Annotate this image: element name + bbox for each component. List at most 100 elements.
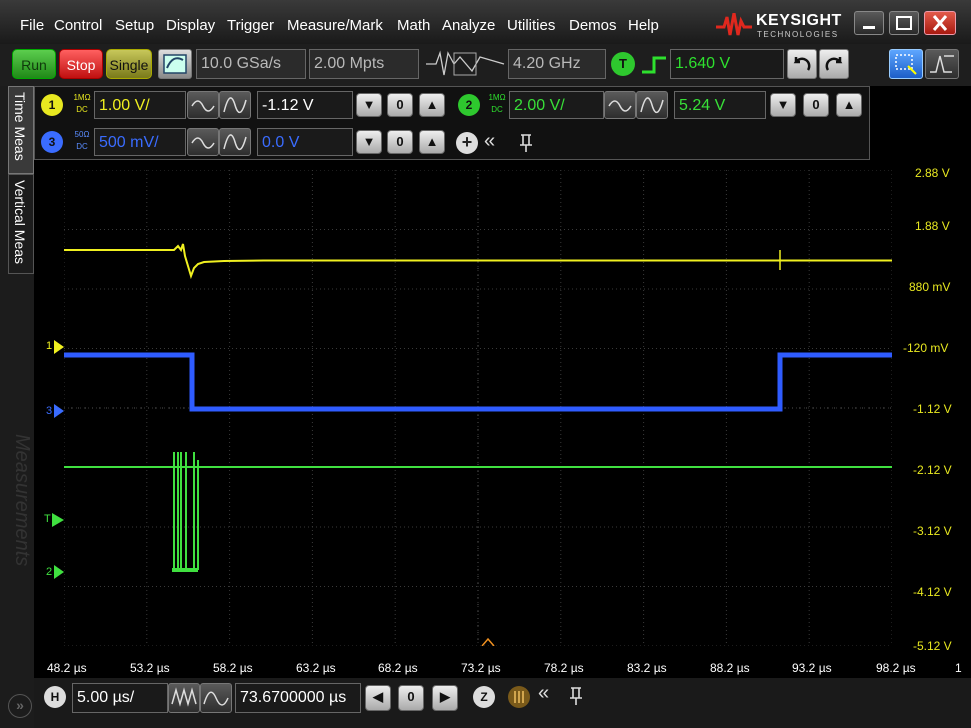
run-button[interactable]: Run (12, 49, 56, 79)
ch3-scale-up-button[interactable] (219, 128, 251, 156)
horizontal-pin-icon[interactable] (566, 685, 586, 707)
ch1-offset-down-button[interactable]: ▼ (356, 93, 382, 117)
pin-icon[interactable] (516, 132, 536, 154)
horizontal-zoom-out-button[interactable] (168, 683, 200, 713)
menu-display[interactable]: Display (166, 17, 215, 34)
tab-time-meas[interactable]: Time Meas (12, 92, 28, 161)
ch3-scale-down-button[interactable] (187, 128, 219, 156)
waveform-display[interactable] (64, 170, 892, 646)
ch3-scale-field[interactable]: 500 mV/ (94, 128, 186, 156)
memory-depth-field[interactable]: 2.00 Mpts (309, 49, 419, 79)
trigger-badge[interactable]: T (611, 52, 635, 76)
horizontal-scale-field[interactable]: 5.00 µs/ (72, 683, 168, 713)
time-label: 68.2 µs (378, 661, 418, 675)
horizontal-right-button[interactable]: ▶ (432, 685, 458, 711)
horizontal-left-button[interactable]: ◀ (365, 685, 391, 711)
ch2-scale-field[interactable]: 2.00 V/ (509, 91, 604, 119)
ch3-offset-zero-button[interactable]: 0 (387, 130, 413, 154)
ch3-ground-marker[interactable]: 3 (46, 405, 52, 417)
horizontal-position-field[interactable]: 73.6700000 µs (235, 683, 361, 713)
bandwidth-field[interactable]: 4.20 GHz (508, 49, 606, 79)
ch2-offset-zero-button[interactable]: 0 (803, 93, 829, 117)
menu-file[interactable]: File (20, 17, 44, 34)
menu-demos[interactable]: Demos (569, 17, 617, 34)
time-label: 58.2 µs (213, 661, 253, 675)
ch3-offset-down-button[interactable]: ▼ (356, 130, 382, 154)
ch1-offset-zero-button[interactable]: 0 (387, 93, 413, 117)
ch2-bursts (172, 452, 199, 572)
ch2-coupling[interactable]: 1MΩ DC (484, 92, 510, 120)
ch2-scale-down-button[interactable] (604, 91, 636, 119)
ch1-offset-up-button[interactable]: ▲ (419, 93, 445, 117)
menu-analyze[interactable]: Analyze (442, 17, 495, 34)
auto-scale-button[interactable] (158, 49, 192, 79)
ch1-scale-up-button[interactable] (219, 91, 251, 119)
menu-setup[interactable]: Setup (115, 17, 154, 34)
brand-name: KEYSIGHT (756, 12, 842, 29)
waveform-mode-button[interactable] (925, 49, 959, 79)
ch1-offset-field[interactable]: -1.12 V (257, 91, 353, 119)
undo-button[interactable] (787, 49, 817, 79)
ch3-coupling[interactable]: 50Ω DC (69, 129, 95, 157)
ch2-offset-up-button[interactable]: ▲ (836, 93, 862, 117)
redo-icon (825, 57, 843, 71)
time-label: 78.2 µs (544, 661, 584, 675)
trigger-edge-icon[interactable] (640, 52, 668, 78)
zoom-box-button[interactable] (889, 49, 923, 79)
ch3-badge[interactable]: 3 (41, 131, 63, 153)
ch1-ground-marker[interactable]: 1 (46, 340, 52, 352)
volt-label: -1.12 V (913, 402, 952, 416)
horizontal-zero-button[interactable]: 0 (398, 685, 424, 711)
collapse-panel-icon[interactable]: « (484, 130, 495, 153)
ch3-marker-arrow-icon (54, 404, 64, 418)
ch3-offset-up-button[interactable]: ▲ (419, 130, 445, 154)
menu-math[interactable]: Math (397, 17, 430, 34)
ch2-scale-up-button[interactable] (636, 91, 668, 119)
ch2-ground-marker[interactable]: 2 (46, 566, 52, 578)
trigger-level-marker[interactable]: T (44, 513, 51, 525)
wave-icon (203, 691, 229, 706)
ch1-marker-arrow-icon (54, 340, 64, 354)
time-label: 88.2 µs (710, 661, 750, 675)
menu-measure-mark[interactable]: Measure/Mark (287, 17, 383, 34)
menu-utilities[interactable]: Utilities (507, 17, 555, 34)
horizontal-badge[interactable]: H (44, 686, 66, 708)
minimize-button[interactable] (854, 11, 884, 35)
bandwidth-filter-icon[interactable] (424, 49, 506, 79)
single-button[interactable]: Single (106, 49, 152, 79)
ch1-coupling[interactable]: 1MΩ DC (69, 92, 95, 120)
menu-control[interactable]: Control (54, 17, 102, 34)
redo-button[interactable] (819, 49, 849, 79)
collapse-horizontal-icon[interactable]: « (538, 682, 549, 705)
horizontal-zoom-in-button[interactable] (200, 683, 232, 713)
volt-label: -2.12 V (913, 463, 952, 477)
ch2-offset-field[interactable]: 5.24 V (674, 91, 766, 119)
stop-button[interactable]: Stop (59, 49, 103, 79)
time-label: 53.2 µs (130, 661, 170, 675)
ch2-badge[interactable]: 2 (458, 94, 480, 116)
zoom-detail-icon[interactable] (508, 686, 530, 708)
ch2-offset-down-button[interactable]: ▼ (770, 93, 796, 117)
add-channel-icon[interactable]: + (456, 132, 478, 154)
ch3-offset-field[interactable]: 0.0 V (257, 128, 353, 156)
ch1-badge[interactable]: 1 (41, 94, 63, 116)
autoscale-icon (163, 54, 187, 74)
menu-trigger[interactable]: Trigger (227, 17, 274, 34)
trigger-level-field[interactable]: 1.640 V (670, 49, 784, 79)
wave-icon (223, 134, 247, 151)
volt-label: 1.88 V (915, 219, 950, 233)
time-label: 83.2 µs (627, 661, 667, 675)
menu-bar: File Control Setup Display Trigger Measu… (0, 0, 971, 44)
ch1-scale-down-button[interactable] (187, 91, 219, 119)
zoom-icon[interactable]: Z (473, 686, 495, 708)
time-label: 1 (955, 661, 962, 675)
maximize-icon (896, 16, 912, 30)
expand-sidebar-icon[interactable]: » (8, 694, 32, 718)
waveform-mode-icon (930, 55, 954, 73)
sample-rate-field[interactable]: 10.0 GSa/s (196, 49, 306, 79)
side-panel: Time Meas Vertical Meas (0, 86, 34, 728)
maximize-button[interactable] (889, 11, 919, 35)
ch1-scale-field[interactable]: 1.00 V/ (94, 91, 186, 119)
close-button[interactable] (924, 11, 956, 35)
menu-help[interactable]: Help (628, 17, 659, 34)
